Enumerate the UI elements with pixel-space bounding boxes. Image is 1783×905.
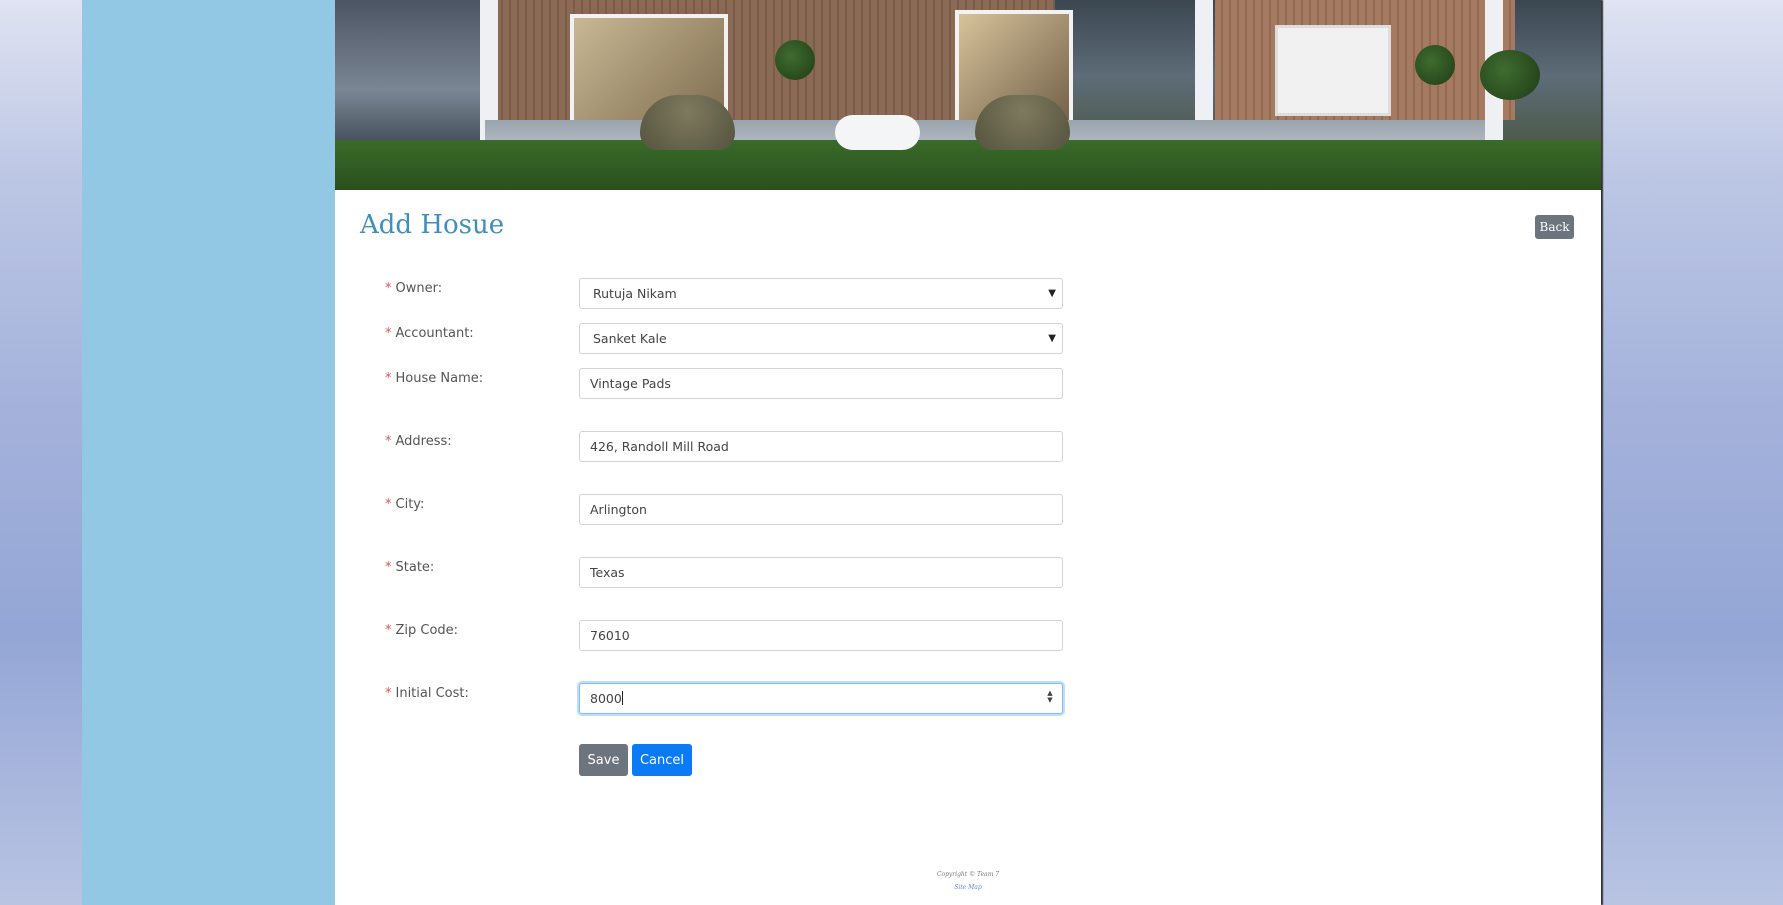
text-cursor: [621, 691, 623, 705]
required-marker: *: [385, 371, 392, 386]
house-name-row: * House Name: Vintage Pads: [335, 368, 1601, 400]
chevron-down-icon: ▼: [1048, 333, 1056, 344]
initial-cost-label: * Initial Cost:: [385, 686, 469, 701]
accountant-row: * Accountant: Sanket Kale ▼: [335, 323, 1601, 355]
city-label: * City:: [385, 497, 425, 512]
left-sidebar: [82, 0, 335, 905]
zip-code-label: * Zip Code:: [385, 623, 459, 638]
owner-select[interactable]: Rutuja Nikam ▼: [579, 278, 1063, 309]
required-marker: *: [385, 623, 392, 638]
city-row: * City: Arlington: [335, 494, 1601, 526]
required-marker: *: [385, 281, 392, 296]
zip-code-row: * Zip Code: 76010: [335, 620, 1601, 652]
required-marker: *: [385, 686, 392, 701]
initial-cost-value: 8000: [590, 691, 622, 706]
address-input[interactable]: 426, Randoll Mill Road: [579, 431, 1063, 462]
required-marker: *: [385, 560, 392, 575]
initial-cost-input[interactable]: 8000 ▲ ▼: [579, 683, 1063, 714]
required-marker: *: [385, 434, 392, 449]
address-label: * Address:: [385, 434, 452, 449]
save-button[interactable]: Save: [579, 744, 628, 776]
owner-label: * Owner:: [385, 281, 443, 296]
house-name-label: * House Name:: [385, 371, 484, 386]
main-content: Add Hosue Back * Owner: Rutuja Nikam ▼ * A…: [335, 0, 1601, 905]
cancel-button[interactable]: Cancel: [632, 744, 692, 776]
required-marker: *: [385, 326, 392, 341]
house-name-input[interactable]: Vintage Pads: [579, 368, 1063, 399]
owner-row: * Owner: Rutuja Nikam ▼: [335, 278, 1601, 310]
house-banner-image: [335, 0, 1601, 190]
required-marker: *: [385, 497, 392, 512]
zip-code-input[interactable]: 76010: [579, 620, 1063, 651]
site-map-link[interactable]: Site Map: [335, 884, 1601, 891]
number-spinner-icon[interactable]: ▲ ▼: [1046, 690, 1054, 706]
chevron-down-icon: ▼: [1048, 288, 1056, 299]
accountant-select-value: Sanket Kale: [593, 331, 667, 346]
copyright-text: Copyright © Team 7: [936, 871, 1000, 878]
accountant-select[interactable]: Sanket Kale ▼: [579, 323, 1063, 354]
footer: Copyright © Team 7 Site Map: [335, 871, 1601, 891]
address-row: * Address: 426, Randoll Mill Road: [335, 431, 1601, 463]
accountant-label: * Accountant:: [385, 326, 474, 341]
state-input[interactable]: Texas: [579, 557, 1063, 588]
initial-cost-row: * Initial Cost: 8000 ▲ ▼: [335, 683, 1601, 715]
page-title: Add Hosue: [360, 210, 505, 240]
city-input[interactable]: Arlington: [579, 494, 1063, 525]
owner-select-value: Rutuja Nikam: [593, 286, 677, 301]
state-row: * State: Texas: [335, 557, 1601, 589]
state-label: * State:: [385, 560, 435, 575]
back-button[interactable]: Back: [1535, 215, 1574, 239]
